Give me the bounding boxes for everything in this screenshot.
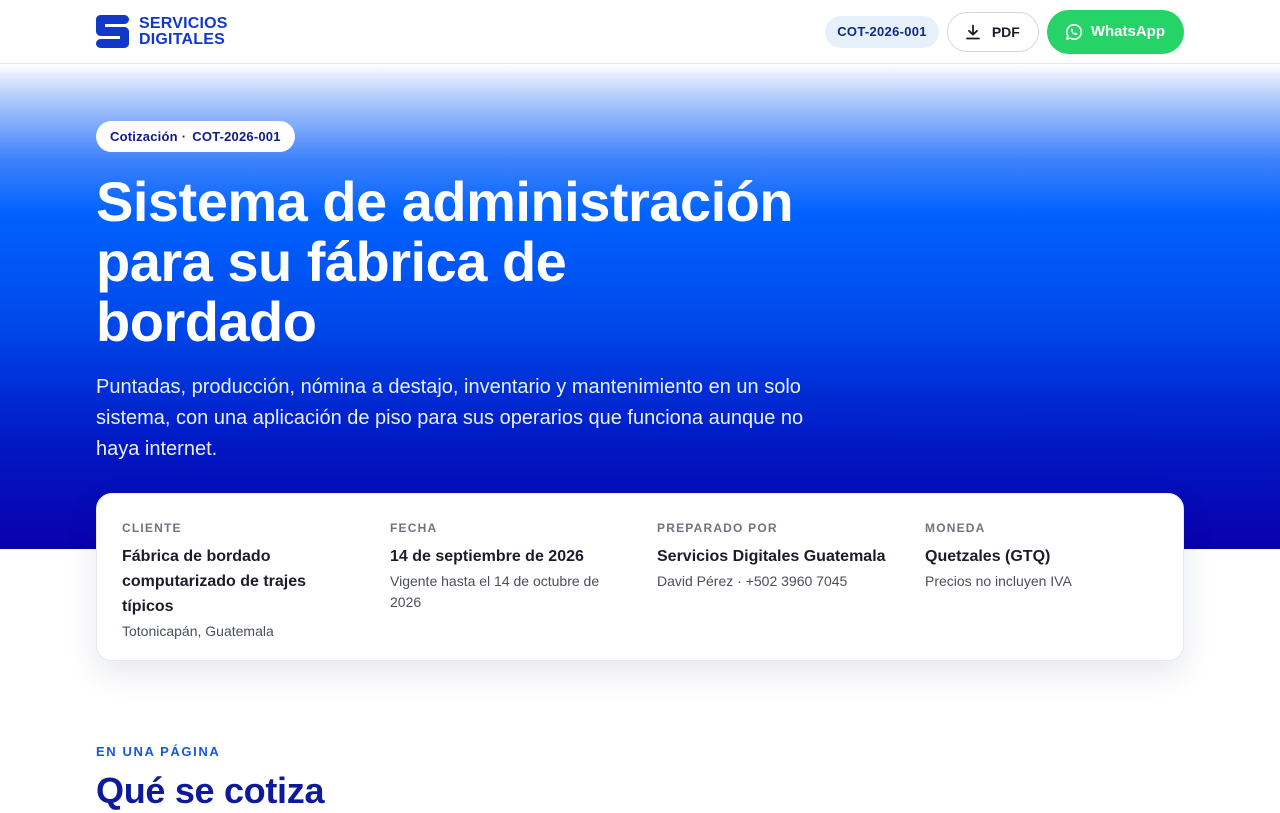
page-subtitle: Puntadas, producción, nómina a destajo, … — [96, 376, 804, 460]
section-eyebrow: EN UNA PÁGINA — [96, 744, 221, 759]
prepared-by-company: Servicios Digitales Guatemala — [657, 548, 886, 565]
download-pdf-button[interactable]: PDF — [946, 11, 1039, 52]
header-actions: COT-2026-001 PDF WhatsApp — [825, 9, 1184, 54]
quote-badge-prefix: Cotización — [110, 129, 178, 144]
quote-overview-section: EN UNA PÁGINA Qué se cotiza — [96, 744, 324, 813]
quote-date: 14 de septiembre de 2026 — [390, 548, 584, 565]
whatsapp-button-label: WhatsApp — [1090, 23, 1165, 40]
hero-content: Cotización · COT-2026-001 Sistema de adm… — [96, 121, 856, 465]
currency-value: Quetzales (GTQ) — [925, 548, 1051, 565]
page-title: Sistema de administración para su fábric… — [96, 170, 794, 353]
hero-section: Cotización · COT-2026-001 Sistema de adm… — [0, 64, 1280, 549]
pdf-button-label: PDF — [991, 23, 1020, 40]
date-column: FECHA 14 de septiembre de 2026 Vigente h… — [390, 518, 657, 660]
client-location: Totonicapán, Guatemala — [122, 623, 274, 639]
brand-s-logo-icon — [96, 15, 129, 48]
date-label: FECHA — [390, 521, 438, 535]
client-name: Fábrica de bordado computarizado de traj… — [122, 548, 307, 615]
download-icon — [965, 24, 980, 39]
brand-line-1: SERVICIOS — [139, 14, 228, 32]
client-label: CLIENTE — [122, 521, 182, 535]
brand-name: SERVICIOS DIGITALES — [139, 14, 228, 48]
whatsapp-icon — [1065, 23, 1082, 40]
prepared-by-column: PREPARADO POR Servicios Digitales Guatem… — [657, 518, 925, 660]
quote-reference-badge: COT-2026-001 — [825, 15, 939, 48]
prepared-by-contact: David Pérez · +502 3960 7045 — [657, 573, 848, 589]
prepared-by-label: PREPARADO POR — [657, 521, 778, 535]
tax-note: Precios no incluyen IVA — [925, 573, 1072, 589]
currency-label: MONEDA — [925, 521, 986, 535]
quote-badge: Cotización · COT-2026-001 — [96, 121, 295, 152]
quote-badge-ref: COT-2026-001 — [192, 129, 281, 144]
brand-line-2: DIGITALES — [139, 30, 225, 48]
quote-summary-card: CLIENTE Fábrica de bordado computarizado… — [96, 493, 1184, 661]
validity-note: Vigente hasta el 14 de octubre de 2026 — [390, 573, 600, 610]
quote-badge-separator: · — [181, 129, 187, 144]
section-title: Qué se cotiza — [96, 770, 325, 811]
top-bar: SERVICIOS DIGITALES COT-2026-001 PDF Wha… — [0, 0, 1280, 64]
brand-logo[interactable]: SERVICIOS DIGITALES — [96, 15, 228, 48]
currency-column: MONEDA Quetzales (GTQ) Precios no incluy… — [925, 518, 1175, 660]
whatsapp-button[interactable]: WhatsApp — [1046, 9, 1184, 54]
client-column: CLIENTE Fábrica de bordado computarizado… — [122, 518, 390, 660]
